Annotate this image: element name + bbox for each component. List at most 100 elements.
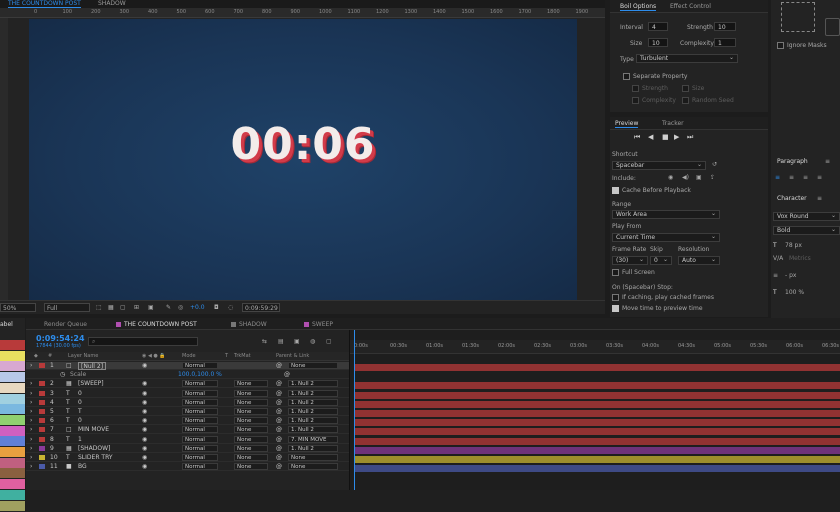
layer-mode-dropdown[interactable]: Normal xyxy=(182,463,218,471)
parent-pickwhip-icon[interactable]: @ xyxy=(276,408,282,416)
layer-row[interactable]: › 8 T 1 ◉ Normal None @7. MIN MOVE xyxy=(26,435,349,444)
paragraph-menu-icon[interactable]: ≡ xyxy=(825,158,830,165)
layer-duration-bar[interactable] xyxy=(354,456,840,463)
align-right-icon[interactable]: ≡ xyxy=(803,174,808,181)
current-time-indicator[interactable] xyxy=(354,330,355,512)
visibility-eye-icon[interactable]: ◉ xyxy=(142,408,147,416)
shortcut-dropdown[interactable]: Spacebar xyxy=(612,161,706,170)
layer-label-color[interactable] xyxy=(39,381,45,387)
time-ruler[interactable]: 0:00s 00:30s 01:00s 01:30s 02:00s 02:30s 03:00… xyxy=(350,340,840,354)
layer-duration-bar[interactable] xyxy=(354,391,840,399)
frame-blending-icon[interactable]: ▣ xyxy=(294,338,300,345)
label-color-swatch[interactable] xyxy=(0,479,25,490)
viewer-tab-shadow[interactable]: SHADOW xyxy=(98,0,126,8)
layer-row[interactable]: › 4 T 0 ◉ Normal None @1. Null 2 xyxy=(26,398,349,407)
layer-row[interactable]: › 7 □ MIN MOVE ◉ Normal None @1. Null 2 xyxy=(26,426,349,435)
layer-parent-dropdown[interactable]: 7. MIN MOVE xyxy=(288,435,338,443)
layer-label-color[interactable] xyxy=(39,445,45,451)
include-audio-icon[interactable]: ◀) xyxy=(682,174,689,181)
play-from-dropdown[interactable]: Current Time xyxy=(612,233,720,242)
layer-row[interactable]: › 10 T SLIDER TRY ◉ Normal None @ None xyxy=(26,454,349,462)
layer-name[interactable]: MIN MOVE xyxy=(78,426,109,434)
tab-boil-options[interactable]: Boil Options xyxy=(620,3,657,11)
col-layer-name[interactable]: Layer Name xyxy=(68,353,98,359)
tab-the-countdown-post[interactable]: THE COUNTDOWN POST xyxy=(116,321,197,328)
parent-pickwhip-icon[interactable]: @ xyxy=(276,436,282,444)
tab-shadow[interactable]: SHADOW xyxy=(231,321,267,328)
expand-arrow-icon[interactable]: › xyxy=(30,436,32,444)
label-color-swatch[interactable] xyxy=(0,457,25,468)
label-color-swatch[interactable] xyxy=(0,382,25,393)
layer-trkmat-dropdown[interactable]: None xyxy=(234,444,268,452)
tab-render-queue[interactable]: Render Queue xyxy=(44,321,87,328)
guides-icon[interactable]: ⊞ xyxy=(134,303,139,312)
layer-parent-dropdown[interactable]: 1. Null 2 xyxy=(288,398,338,406)
include-video-icon[interactable]: ◉ xyxy=(668,174,673,181)
layer-name[interactable]: T xyxy=(78,408,82,416)
visibility-eye-icon[interactable]: ◉ xyxy=(142,463,147,471)
expand-arrow-icon[interactable]: › xyxy=(30,399,32,407)
layer-mode-dropdown[interactable]: Normal xyxy=(182,454,218,461)
parent-pickwhip-icon[interactable]: @ xyxy=(276,390,282,398)
stopwatch-icon[interactable]: ◷ xyxy=(60,371,65,379)
show-snapshot-icon[interactable]: ◌ xyxy=(228,303,233,312)
expand-arrow-icon[interactable]: › xyxy=(30,408,32,416)
justify-icon[interactable]: ≡ xyxy=(817,174,822,181)
sub-random-seed-checkbox[interactable] xyxy=(682,97,689,104)
range-dropdown[interactable]: Work Area xyxy=(612,210,720,219)
last-frame-icon[interactable]: ⏭ xyxy=(687,133,693,142)
layer-label-color[interactable] xyxy=(39,363,45,368)
layer-row[interactable]: › 1 □ [Null 2] ◉ Normal @ None xyxy=(26,362,349,370)
vertical-scale-value[interactable]: 100 % xyxy=(785,289,804,296)
label-color-swatch[interactable] xyxy=(0,414,25,425)
visibility-eye-icon[interactable]: ◉ xyxy=(142,436,147,444)
frame-rate-dropdown[interactable]: (30) xyxy=(612,256,648,265)
layer-mode-dropdown[interactable]: Normal xyxy=(182,389,218,397)
visibility-eye-icon[interactable]: ◉ xyxy=(142,454,147,462)
parent-pickwhip-icon[interactable]: @ xyxy=(276,399,282,407)
sub-size-checkbox[interactable] xyxy=(682,85,689,92)
exposure-value[interactable]: +0.0 xyxy=(190,303,205,312)
visibility-eye-icon[interactable]: ◉ xyxy=(142,362,147,370)
layer-row[interactable]: › 2 ▦ [SWEEP] ◉ Normal None @1. Null 2 xyxy=(26,380,349,389)
layer-property-row[interactable]: ◷ Scale 100.0,100.0 % @ xyxy=(26,371,349,380)
layer-name[interactable]: [SHADOW] xyxy=(78,445,110,453)
layer-duration-bar[interactable] xyxy=(354,428,840,436)
type-dropdown[interactable]: Turbulent xyxy=(636,54,738,63)
alignment-grid-icon[interactable] xyxy=(781,2,815,32)
visibility-eye-icon[interactable]: ◉ xyxy=(142,390,147,398)
parent-pickwhip-icon[interactable]: @ xyxy=(276,426,282,434)
interval-input[interactable]: 4 xyxy=(648,22,668,31)
layer-name[interactable]: 0 xyxy=(78,417,82,425)
layer-parent-dropdown[interactable]: 1. Null 2 xyxy=(288,444,338,452)
stroke-value[interactable]: - px xyxy=(785,272,796,279)
layer-mode-dropdown[interactable]: Normal xyxy=(182,444,218,452)
layer-label-color[interactable] xyxy=(39,418,45,424)
tab-sweep[interactable]: SWEEP xyxy=(304,321,333,328)
export-icon[interactable]: ⇪ xyxy=(710,174,715,181)
layer-duration-bar[interactable] xyxy=(354,410,840,417)
layer-mode-dropdown[interactable]: Normal xyxy=(182,380,218,388)
layer-name[interactable]: 0 xyxy=(78,390,82,398)
align-left-icon[interactable]: ≡ xyxy=(775,174,780,181)
label-color-swatch[interactable] xyxy=(0,489,25,500)
expand-arrow-icon[interactable]: › xyxy=(30,362,32,370)
region-icon[interactable]: ⬚ xyxy=(96,303,102,312)
layer-duration-bar[interactable] xyxy=(354,400,840,408)
parent-pickwhip-icon[interactable]: @ xyxy=(276,445,282,453)
layer-trkmat-dropdown[interactable]: None xyxy=(234,380,268,388)
visibility-eye-icon[interactable]: ◉ xyxy=(142,399,147,407)
label-color-swatch[interactable] xyxy=(0,436,25,447)
countdown-text[interactable]: 00:06 xyxy=(29,119,577,170)
layer-trkmat-dropdown[interactable]: None xyxy=(234,389,268,397)
layer-row[interactable]: › 6 T 0 ◉ Normal None @1. Null 2 xyxy=(26,417,349,426)
snapshot-icon[interactable]: ◘ xyxy=(214,303,219,312)
color-management-icon[interactable]: ◎ xyxy=(178,303,183,312)
expand-arrow-icon[interactable]: › xyxy=(30,463,32,471)
expand-arrow-icon[interactable]: › xyxy=(30,417,32,425)
parent-pickwhip-icon[interactable]: @ xyxy=(276,454,282,462)
layer-label-color[interactable] xyxy=(39,464,45,470)
layer-trkmat-dropdown[interactable]: None xyxy=(234,463,268,471)
layer-name[interactable]: SLIDER TRY xyxy=(78,454,113,462)
layer-trkmat-dropdown[interactable]: None xyxy=(234,435,268,443)
